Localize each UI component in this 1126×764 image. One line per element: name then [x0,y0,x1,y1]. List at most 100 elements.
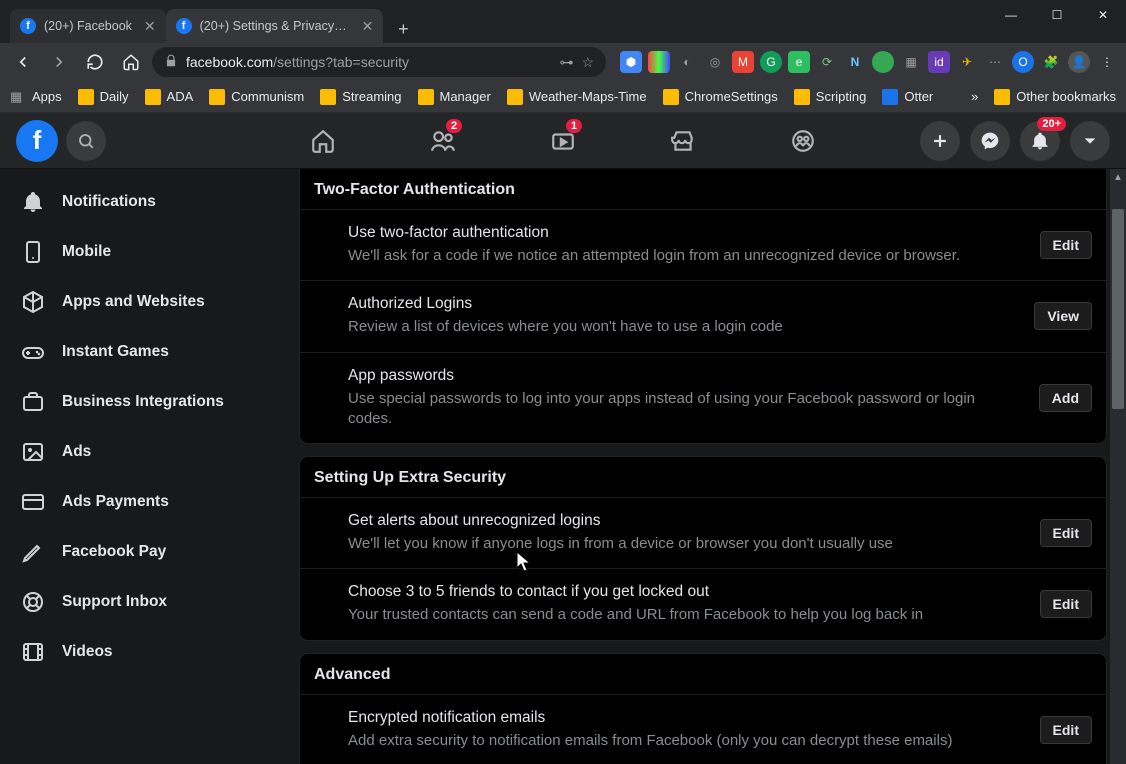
notifications-button[interactable]: 20+ [1020,121,1060,161]
reload-button[interactable] [80,47,110,77]
sidebar-item-apps-and-websites[interactable]: Apps and Websites [8,277,272,327]
settings-main[interactable]: Two-Factor AuthenticationUse two-factor … [280,169,1126,764]
sidebar-item-notifications[interactable]: Notifications [8,177,272,227]
bookmark-folder[interactable]: Scripting [794,89,867,105]
profile-avatar-icon[interactable]: 👤 [1068,51,1090,73]
watch-tab[interactable]: 1 [508,113,618,169]
extension-icon[interactable] [872,51,894,73]
sidebar-item-label: Notifications [62,193,156,211]
bookmark-folder[interactable]: ADA [145,89,194,105]
extension-icon[interactable]: ⬢ [620,51,642,73]
section-title: Two-Factor Authentication [300,169,1106,209]
back-button[interactable] [8,47,38,77]
sidebar-item-facebook-pay[interactable]: Facebook Pay [8,527,272,577]
bookmark-folder[interactable]: Streaming [320,89,401,105]
close-tab-icon[interactable]: ✕ [144,18,156,35]
sidebar-item-ads-payments[interactable]: Ads Payments [8,477,272,527]
bookmark-folder[interactable]: ChromeSettings [663,89,778,105]
facebook-logo-icon[interactable]: f [16,120,58,162]
window-maximize-button[interactable]: ☐ [1034,0,1080,30]
settings-row[interactable]: App passwordsUse special passwords to lo… [300,352,1106,444]
create-button[interactable] [920,121,960,161]
bookmark-label: Communism [231,89,304,104]
key-icon[interactable]: ⊶ [559,54,573,71]
scroll-thumb[interactable] [1112,209,1124,409]
sidebar-item-instant-games[interactable]: Instant Games [8,327,272,377]
window-minimize-button[interactable]: — [988,0,1034,30]
sidebar-item-label: Ads [62,443,91,461]
search-button[interactable] [66,121,106,161]
gamepad-icon [18,337,48,367]
messenger-button[interactable] [970,121,1010,161]
bookmark-folder[interactable]: Weather-Maps-Time [507,89,647,105]
settings-row[interactable]: Choose 3 to 5 friends to contact if you … [300,568,1106,639]
row-description: We'll let you know if anyone logs in fro… [348,534,1024,554]
home-button[interactable] [116,47,146,77]
facebook-favicon-icon: f [20,18,36,34]
extensions-puzzle-icon[interactable]: 🧩 [1040,51,1062,73]
browser-tab[interactable]: f (20+) Settings & Privacy | Facebo… ✕ [166,9,384,43]
edit-button[interactable]: Edit [1040,716,1092,744]
extension-icon[interactable]: id [928,51,950,73]
sidebar-item-label: Instant Games [62,343,169,361]
close-tab-icon[interactable]: ✕ [362,18,374,35]
extension-icon[interactable]: ✈ [956,51,978,73]
bookmark-label: Otter [904,89,933,104]
settings-row[interactable]: Authorized LoginsReview a list of device… [300,280,1106,351]
account-menu-button[interactable] [1070,121,1110,161]
watch-badge: 1 [566,119,582,133]
extension-icon[interactable]: ⟳ [816,51,838,73]
bookmarks-overflow[interactable]: » [971,89,978,104]
settings-row[interactable]: Use two-factor authenticationWe'll ask f… [300,209,1106,280]
address-bar[interactable]: facebook.com/settings?tab=security ⊶ ☆ [152,47,606,77]
sidebar-item-business-integrations[interactable]: Business Integrations [8,377,272,427]
extension-icon[interactable]: ⋯ [984,51,1006,73]
chrome-menu-icon[interactable]: ⋮ [1096,51,1118,73]
extension-icon[interactable]: G [760,51,782,73]
edit-button[interactable]: Edit [1040,590,1092,618]
sidebar-item-label: Mobile [62,243,111,261]
friends-tab[interactable]: 2 [388,113,498,169]
scroll-up-icon[interactable]: ▲ [1110,169,1126,185]
extension-icon[interactable]: ▦ [900,51,922,73]
extension-icon[interactable]: N [844,51,866,73]
sidebar-item-support-inbox[interactable]: Support Inbox [8,577,272,627]
sidebar-item-videos[interactable]: Videos [8,627,272,677]
bookmark-folder[interactable]: Daily [78,89,129,105]
star-icon[interactable]: ☆ [581,54,594,71]
page-scrollbar[interactable]: ▲ [1110,169,1126,764]
bookmark-folder[interactable]: Manager [418,89,491,105]
extensions-row: ⬢ ◐ ◎ M G e ⟳ N ▦ id ✈ ⋯ O 🧩 👤 ⋮ [620,51,1118,73]
bookmark-item[interactable]: Otter [882,89,933,105]
bookmark-folder[interactable]: Communism [209,89,304,105]
home-tab[interactable] [268,113,378,169]
facebook-header: f 2 1 20+ [0,113,1126,169]
friends-badge: 2 [446,119,462,133]
evernote-icon[interactable]: e [788,51,810,73]
extension-icon[interactable]: ◎ [704,51,726,73]
view-button[interactable]: View [1034,302,1092,330]
sidebar-item-ads[interactable]: Ads [8,427,272,477]
window-close-button[interactable]: ✕ [1080,0,1126,30]
bookmark-label: ADA [167,89,194,104]
groups-tab[interactable] [748,113,858,169]
apps-shortcut[interactable]: ▦Apps [10,89,62,105]
gmail-icon[interactable]: M [732,51,754,73]
edit-button[interactable]: Edit [1040,231,1092,259]
browser-tab[interactable]: f (20+) Facebook ✕ [10,9,166,43]
add-button[interactable]: Add [1039,384,1092,412]
bookmark-label: ChromeSettings [685,89,778,104]
new-tab-button[interactable]: + [389,15,417,43]
settings-row[interactable]: Encrypted notification emailsAdd extra s… [300,694,1106,764]
settings-row[interactable]: Get alerts about unrecognized loginsWe'l… [300,497,1106,568]
extension-icon[interactable]: O [1012,51,1034,73]
edit-button[interactable]: Edit [1040,519,1092,547]
forward-button[interactable] [44,47,74,77]
url-text: facebook.com/settings?tab=security [186,54,551,70]
tab-title: (20+) Facebook [44,19,132,33]
extension-icon[interactable]: ◐ [676,51,698,73]
marketplace-tab[interactable] [628,113,738,169]
extension-icon[interactable] [648,51,670,73]
other-bookmarks[interactable]: Other bookmarks [994,89,1116,105]
sidebar-item-mobile[interactable]: Mobile [8,227,272,277]
